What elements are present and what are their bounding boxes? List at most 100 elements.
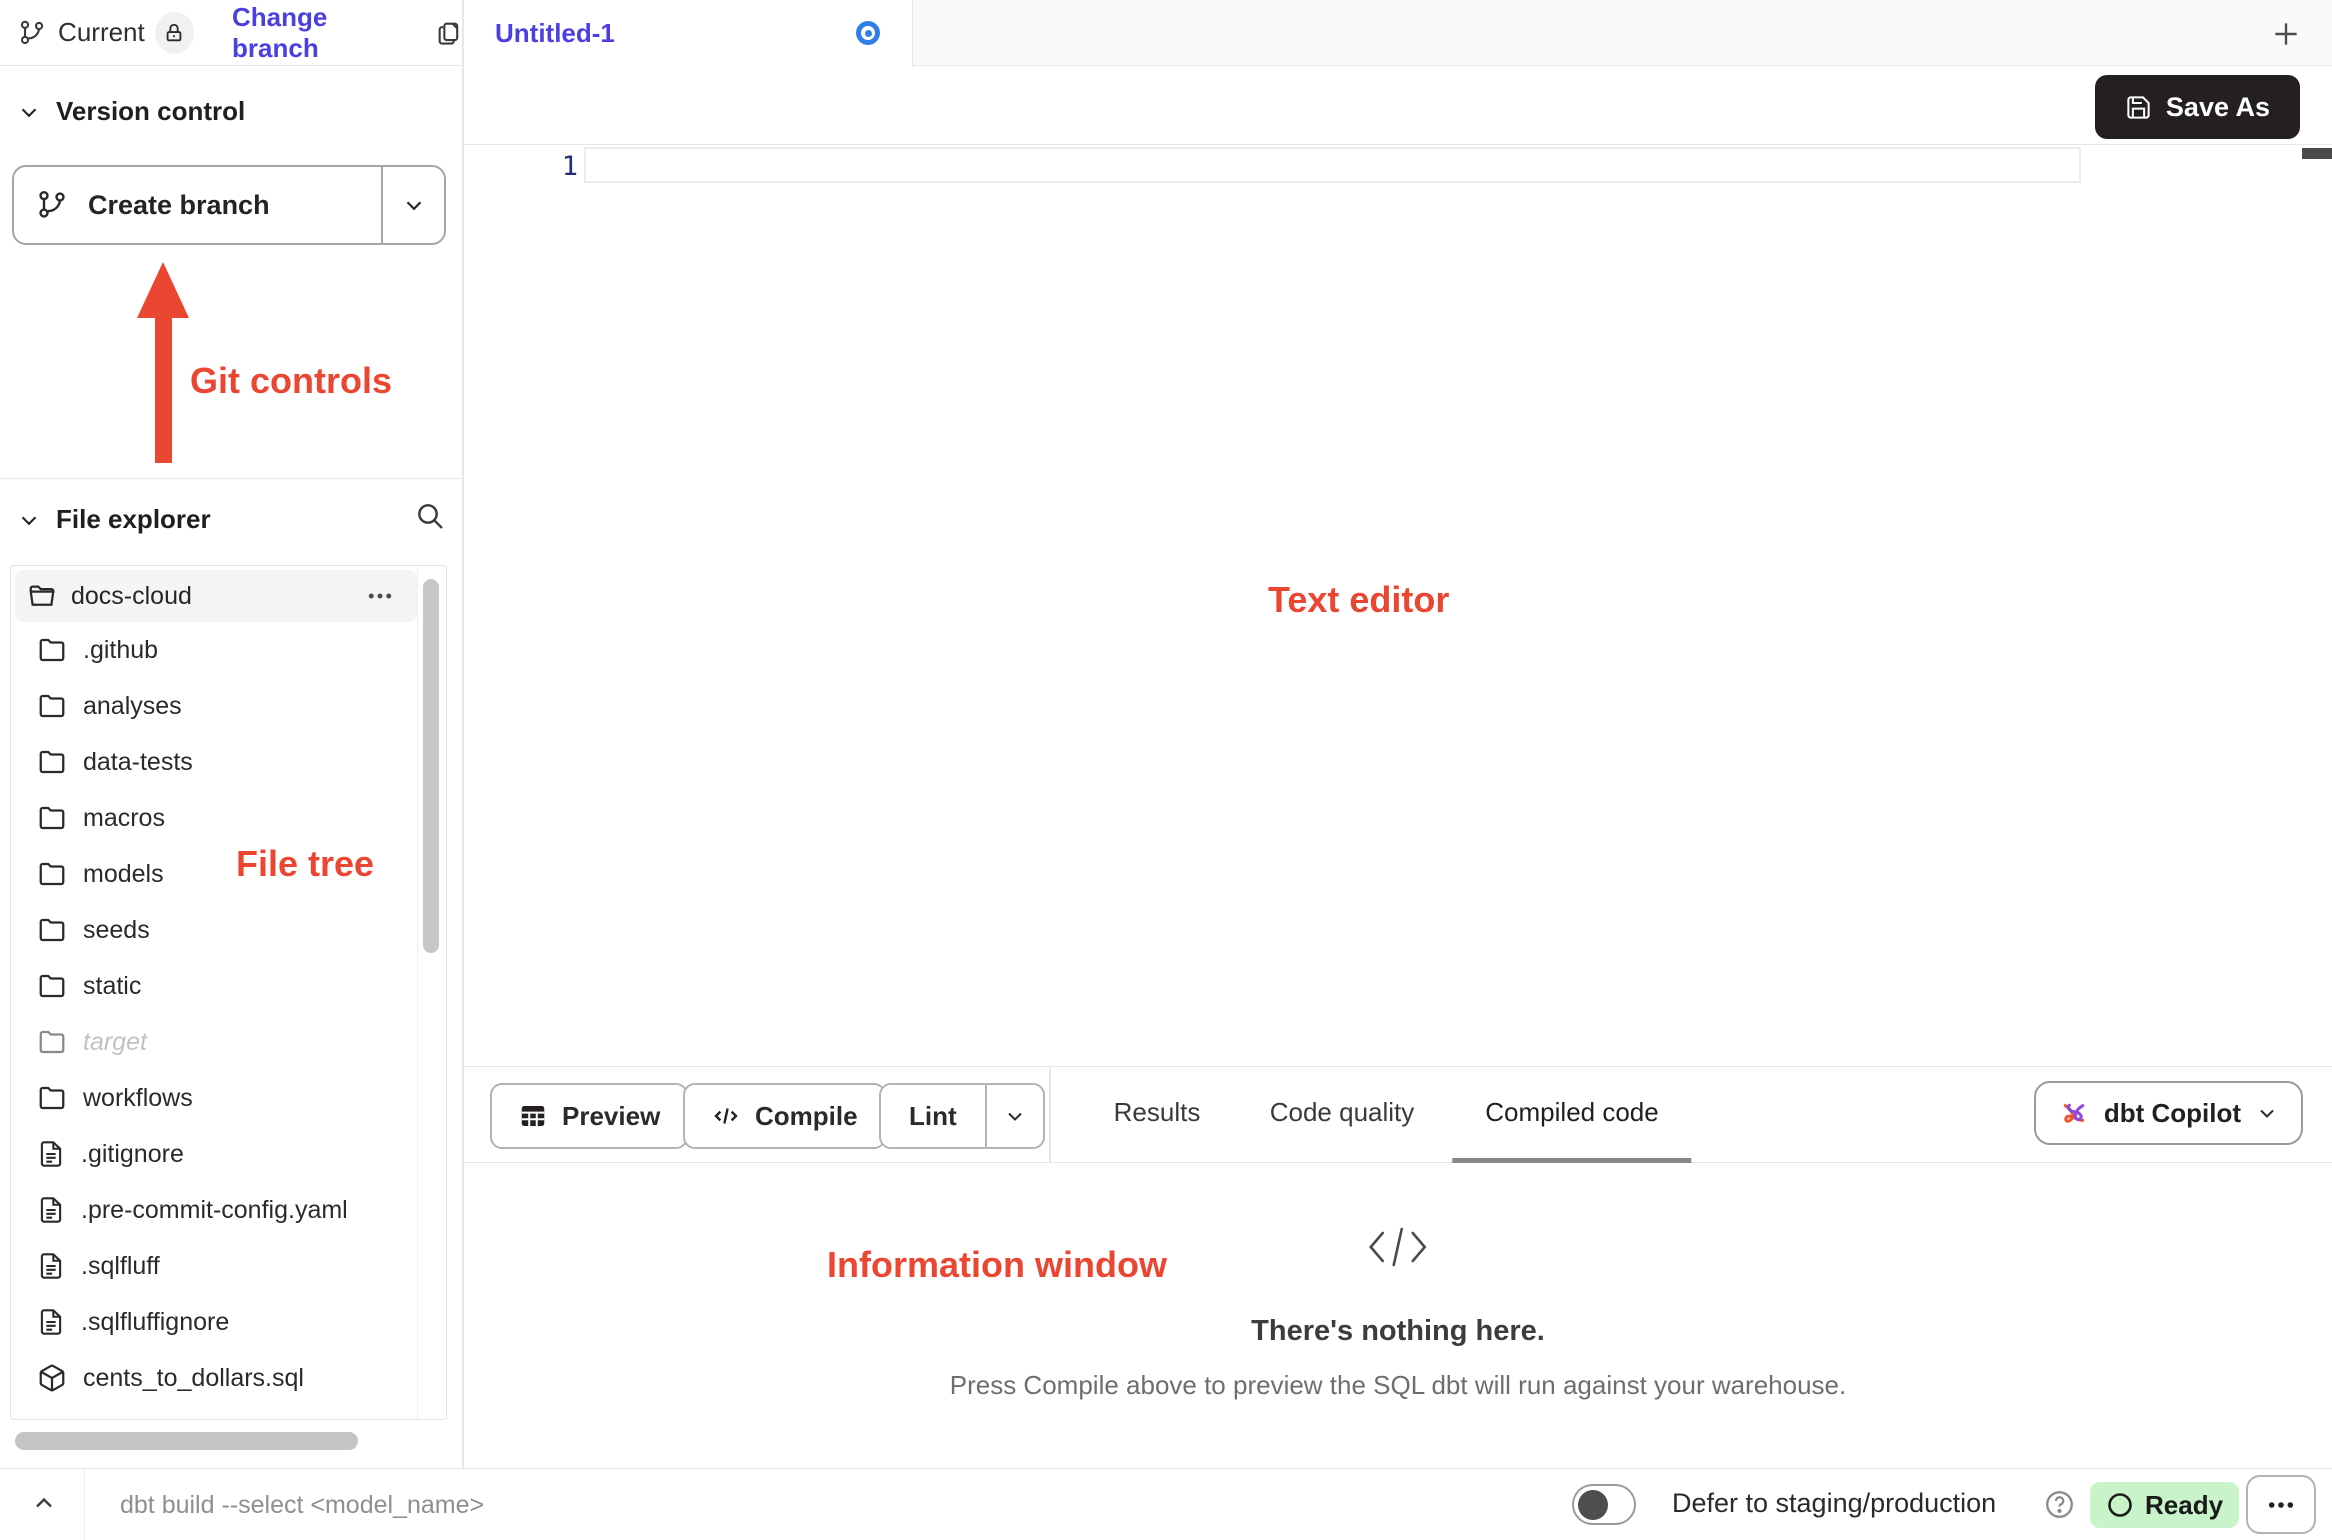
- folder-icon: [37, 635, 67, 665]
- search-icon: [414, 500, 446, 532]
- annotation-file-tree: File tree: [236, 843, 374, 885]
- horizontal-scrollbar-thumb[interactable]: [15, 1432, 358, 1450]
- create-branch-button[interactable]: Create branch: [12, 165, 446, 245]
- folder-icon: [37, 747, 67, 777]
- file-tree-item[interactable]: static: [11, 958, 419, 1014]
- file-tree-item[interactable]: data-tests: [11, 734, 419, 790]
- folder-icon: [37, 915, 67, 945]
- section-divider: [0, 478, 463, 479]
- pane-tab[interactable]: Compiled code: [1452, 1067, 1691, 1163]
- command-bar-divider: [84, 1469, 85, 1540]
- file-name: macros: [83, 804, 165, 833]
- copilot-icon: [2058, 1097, 2090, 1129]
- tab-label: Untitled-1: [495, 18, 615, 49]
- folder-icon: [37, 1027, 67, 1057]
- file-tree-item[interactable]: target: [11, 1014, 419, 1070]
- file-icon: [37, 1252, 65, 1280]
- git-branch-icon: [36, 189, 68, 221]
- file-search-button[interactable]: [414, 500, 446, 532]
- active-line-highlight[interactable]: [584, 147, 2081, 183]
- folder-icon: [37, 971, 67, 1001]
- folder-icon: [37, 803, 67, 833]
- file-tree-item[interactable]: workflows: [11, 1070, 419, 1126]
- file-tree-item[interactable]: macros: [11, 790, 419, 846]
- create-branch-main[interactable]: Create branch: [14, 167, 381, 243]
- status-label: Ready: [2145, 1490, 2223, 1521]
- file-icon: [37, 1196, 65, 1224]
- create-branch-dropdown[interactable]: [381, 167, 444, 243]
- help-icon[interactable]: [2044, 1489, 2075, 1520]
- model-cube-icon: [37, 1363, 67, 1393]
- question-circle-icon: [2044, 1489, 2075, 1520]
- ellipsis-icon: [2265, 1489, 2297, 1521]
- file-name: .sqlfluff: [81, 1252, 160, 1281]
- file-tree-list: .github analyses data-tests macros: [11, 622, 419, 1406]
- code-brackets-icon: [1367, 1225, 1429, 1269]
- sidebar-border: [462, 0, 464, 1468]
- pane-tab-label: Compiled code: [1485, 1097, 1658, 1128]
- chevron-down-icon: [2255, 1101, 2279, 1125]
- file-tree-item[interactable]: cents_to_dollars.sql: [11, 1350, 419, 1406]
- more-options-icon[interactable]: [365, 581, 395, 611]
- file-icon: [37, 1140, 65, 1168]
- chevron-up-icon: [30, 1489, 58, 1517]
- file-tree-item[interactable]: .sqlfluff: [11, 1238, 419, 1294]
- file-name: workflows: [83, 1084, 193, 1113]
- status-badge: Ready: [2090, 1482, 2239, 1528]
- file-tree-item[interactable]: .sqlfluffignore: [11, 1294, 419, 1350]
- pane-tab-label: Results: [1114, 1097, 1201, 1128]
- copy-branch-icon[interactable]: [435, 18, 463, 48]
- file-tree-scrollbar-track[interactable]: [417, 566, 446, 1419]
- file-tree-item[interactable]: .pre-commit-config.yaml: [11, 1182, 419, 1238]
- folder-icon: [37, 859, 67, 889]
- lock-icon: [163, 22, 185, 44]
- toggle-knob: [1578, 1490, 1608, 1520]
- annotation-information-window: Information window: [827, 1244, 1167, 1286]
- file-name: .github: [83, 636, 158, 665]
- editor-scrollbar-thumb[interactable]: [2302, 148, 2332, 159]
- file-explorer-title: File explorer: [56, 504, 211, 535]
- change-branch-link[interactable]: Change branch: [232, 2, 409, 64]
- dbt-cloud-ide: Current Change branch Untitled-1 Save As…: [0, 0, 2332, 1540]
- file-tree-item[interactable]: analyses: [11, 678, 419, 734]
- file-tree-root[interactable]: docs-cloud: [15, 570, 417, 622]
- file-tree-item[interactable]: seeds: [11, 902, 419, 958]
- file-name: analyses: [83, 692, 182, 721]
- file-name: data-tests: [83, 748, 193, 777]
- file-name: cents_to_dollars.sql: [83, 1364, 304, 1393]
- file-tree-scrollbar-thumb[interactable]: [423, 579, 439, 953]
- defer-label: Defer to staging/production: [1672, 1488, 1996, 1519]
- chevron-down-icon: [16, 99, 42, 125]
- plus-icon: [2270, 18, 2302, 50]
- pane-tab-label: Code quality: [1270, 1097, 1415, 1128]
- annotation-text-editor: Text editor: [1268, 579, 1449, 621]
- information-pane: Preview Compile Lint Results Code qualit…: [463, 1066, 2332, 1468]
- annotation-arrow-head: [137, 262, 189, 318]
- new-tab-button[interactable]: [2268, 16, 2304, 52]
- file-explorer-header[interactable]: File explorer: [16, 504, 211, 535]
- defer-toggle[interactable]: [1572, 1484, 1636, 1525]
- save-as-label: Save As: [2166, 92, 2270, 123]
- folder-icon: [37, 1083, 67, 1113]
- tab-untitled-1[interactable]: Untitled-1: [463, 0, 913, 67]
- unsaved-changes-dot-icon: [856, 21, 880, 45]
- pane-tab[interactable]: Code quality: [1237, 1067, 1448, 1163]
- git-branch-icon: [18, 18, 46, 48]
- pane-tab[interactable]: Results: [1081, 1067, 1234, 1163]
- file-name: models: [83, 860, 164, 889]
- annotation-git-controls: Git controls: [190, 360, 392, 402]
- save-icon: [2125, 94, 2152, 121]
- more-actions-button[interactable]: [2246, 1475, 2316, 1534]
- copilot-label: dbt Copilot: [2104, 1098, 2241, 1129]
- folder-icon: [37, 691, 67, 721]
- command-input[interactable]: [120, 1477, 880, 1533]
- file-tree-item[interactable]: .github: [11, 622, 419, 678]
- file-name: seeds: [83, 916, 150, 945]
- save-as-button[interactable]: Save As: [2095, 75, 2300, 139]
- file-icon: [37, 1308, 65, 1336]
- collapse-panel-button[interactable]: [30, 1489, 58, 1517]
- version-control-header[interactable]: Version control: [16, 96, 245, 127]
- annotation-arrow-shaft: [155, 314, 172, 463]
- dbt-copilot-button[interactable]: dbt Copilot: [2034, 1081, 2303, 1145]
- file-tree-item[interactable]: .gitignore: [11, 1126, 419, 1182]
